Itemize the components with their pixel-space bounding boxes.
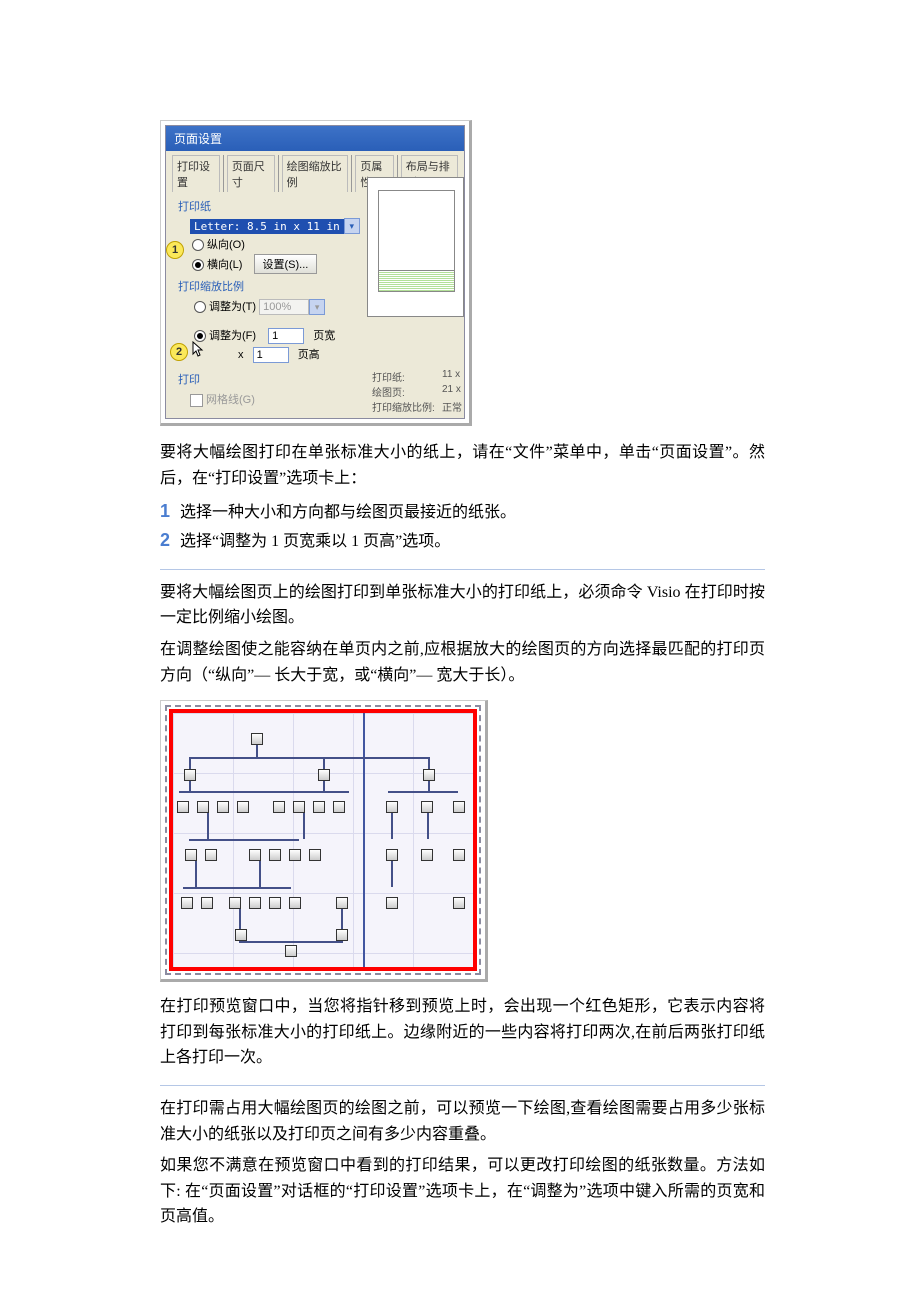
fit-height-label: 页高 <box>298 349 320 361</box>
step-number-2: 2 <box>160 526 174 555</box>
fit-width-input[interactable]: 1 <box>268 328 304 344</box>
print-preview-thumbnail <box>367 177 464 317</box>
page-setup-screenshot: 页面设置 打印设置 页面尺寸 绘图缩放比例 页属性 布局与排列 <box>160 120 472 426</box>
callout-1: 1 <box>166 241 184 259</box>
info-block: 打印纸: 11 x 绘图页: 21 x 打印缩放比例: 正常 <box>372 369 462 414</box>
dialog-title: 页面设置 <box>166 126 464 151</box>
fit-x-label: x <box>238 349 244 361</box>
fit-height-input[interactable]: 1 <box>253 347 289 363</box>
step-2-text: 选择“调整为 1 页宽乘以 1 页高”选项。 <box>180 533 450 550</box>
info-drawing-label: 绘图页: <box>372 384 436 399</box>
paragraph-4b: 如果您不满意在预览窗口中看到的打印结果，可以更改打印绘图的纸张数量。方法如下: … <box>160 1153 765 1230</box>
info-zoom-value: 正常 <box>442 399 462 414</box>
tab-drawing-scale[interactable]: 绘图缩放比例 <box>282 155 349 192</box>
cursor-icon <box>192 341 204 357</box>
info-zoom-label: 打印缩放比例: <box>372 399 436 414</box>
paragraph-4a: 在打印需占用大幅绘图页的绘图之前，可以预览一下绘图,查看绘图需要占用多少张标准大… <box>160 1096 765 1147</box>
dropdown-arrow-icon[interactable]: ▾ <box>344 218 360 234</box>
adjust-percent-input[interactable]: 100% <box>259 299 309 315</box>
fit-width-label: 页宽 <box>313 330 335 342</box>
paragraph-2b: 在调整绘图使之能容纳在单页内之前,应根据放大的绘图页的方向选择最匹配的打印页方向… <box>160 637 765 688</box>
landscape-label: 横向(L) <box>207 259 242 271</box>
paragraph-2a: 要将大幅绘图页上的绘图打印到单张标准大小的打印纸上，必须命令 Visio 在打印… <box>160 580 765 631</box>
setup-button[interactable]: 设置(S)... <box>254 254 318 274</box>
adjust-to-label: 调整为(T) <box>209 301 256 313</box>
radio-adjust-to[interactable] <box>194 301 206 313</box>
step-1-text: 选择一种大小和方向都与绘图页最接近的纸张。 <box>180 504 516 521</box>
radio-landscape[interactable] <box>192 259 204 271</box>
tab-page-size[interactable]: 页面尺寸 <box>227 155 275 192</box>
gridlines-label: 网格线(G) <box>206 394 255 406</box>
info-paper-label: 打印纸: <box>372 369 436 384</box>
tab-print-setup[interactable]: 打印设置 <box>172 155 220 192</box>
gridlines-checkbox[interactable] <box>190 394 203 407</box>
dropdown-arrow-icon[interactable]: ▾ <box>309 299 325 315</box>
page-setup-dialog: 页面设置 打印设置 页面尺寸 绘图缩放比例 页属性 布局与排列 <box>165 125 465 419</box>
fit-to-label: 调整为(F) <box>209 330 256 342</box>
info-paper-value: 11 x <box>442 369 460 384</box>
portrait-label: 纵向(O) <box>207 239 245 251</box>
paragraph-1: 要将大幅绘图打印在单张标准大小的纸上，请在“文件”菜单中，单击“页面设置”。然后… <box>160 440 765 491</box>
separator <box>160 1085 765 1086</box>
step-number-1: 1 <box>160 497 174 526</box>
separator <box>160 569 765 570</box>
print-preview-diagram <box>160 700 488 982</box>
radio-portrait[interactable] <box>192 239 204 251</box>
paragraph-3: 在打印预览窗口中，当您将指针移到预览上时，会出现一个红色矩形，它表示内容将打印到… <box>160 994 765 1071</box>
callout-2: 2 <box>170 343 188 361</box>
paper-size-dropdown[interactable]: Letter: 8.5 in x 11 in <box>190 219 344 234</box>
info-drawing-value: 21 x <box>442 384 461 399</box>
